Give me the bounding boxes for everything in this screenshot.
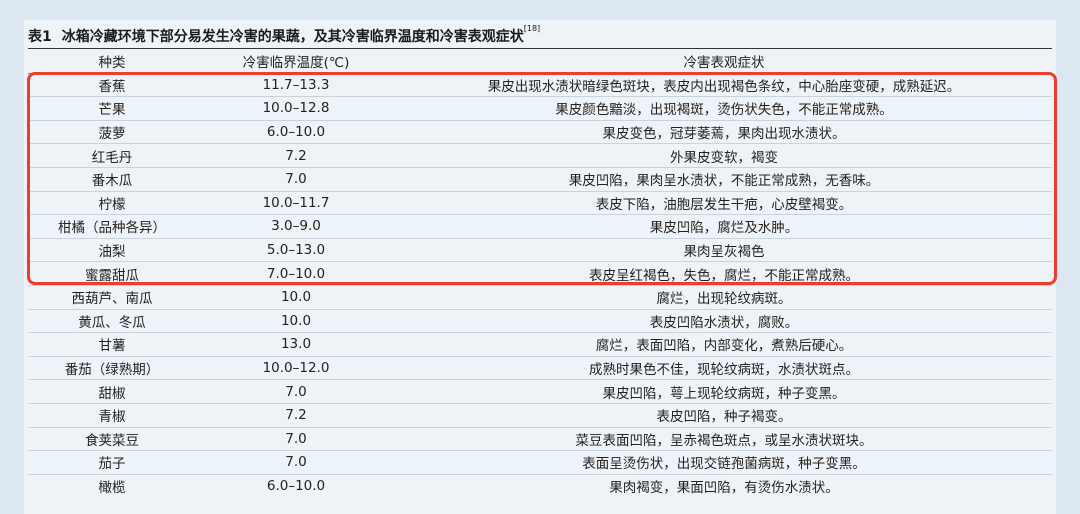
table-row: 青椒 7.2 表皮凹陷，种子褐变。 — [28, 402, 1052, 427]
critical-temp-cell: 10.0–12.8 — [196, 96, 396, 121]
table-row: 柑橘（品种各异） 3.0–9.0 果皮凹陷，腐烂及水肿。 — [28, 214, 1052, 239]
table-row: 番茄（绿熟期） 10.0–12.0 成熟时果色不佳，现轮纹病斑，水渍状斑点。 — [28, 355, 1052, 380]
critical-temp-cell: 13.0 — [196, 332, 396, 357]
species-cell: 甘薯 — [28, 332, 196, 357]
critical-temp-cell: 7.0 — [196, 426, 396, 451]
symptoms-cell: 果皮出现水渍状暗绿色斑块，表皮内出现褐色条纹，中心胎座变硬，成熟延迟。 — [487, 78, 961, 95]
table-number: 表1 — [28, 29, 52, 45]
header-row: 种类 冷害临界温度(℃) 冷害表观症状 — [28, 50, 1052, 74]
table-row: 番木瓜 7.0 果皮凹陷，果肉呈水渍状，不能正常成熟，无香味。 — [28, 166, 1052, 192]
table-row: 甜椒 7.0 果皮凹陷，萼上现轮纹病斑，种子变黑。 — [28, 379, 1052, 404]
critical-temp-cell: 10.0–11.7 — [196, 190, 396, 215]
critical-temp-cell: 7.0 — [196, 166, 396, 192]
species-cell: 食荚菜豆 — [28, 426, 196, 451]
table-row: 蜜露甜瓜 7.0–10.0 表皮呈红褐色，失色，腐烂，不能正常成熟。 — [28, 261, 1052, 286]
table-title: 冰箱冷藏环境下部分易发生冷害的果蔬，及其冷害临界温度和冷害表观症状 — [61, 29, 524, 45]
table-row: 油梨 5.0–13.0 果肉呈灰褐色 — [28, 237, 1052, 262]
table-row: 黄瓜、冬瓜 10.0 表皮凹陷水渍状，腐败。 — [28, 308, 1052, 333]
critical-temp-cell: 11.7–13.3 — [262, 76, 330, 93]
table-row: 橄榄 6.0–10.0 果肉褐变，果面凹陷，有烫伤水渍状。 — [28, 473, 1052, 498]
species-cell: 油梨 — [28, 237, 196, 262]
species-cell: 柑橘（品种各异） — [28, 214, 196, 239]
critical-temp-cell: 10.0 — [196, 308, 396, 333]
species-cell: 青椒 — [28, 402, 196, 427]
table-row: 食荚菜豆 7.0 菜豆表面凹陷，呈赤褐色斑点，或呈水渍状斑块。 — [28, 426, 1052, 451]
table-row: 芒果 10.0–12.8 果皮颜色黯淡，出现褐斑，烫伤状失色，不能正常成熟。 — [28, 96, 1052, 121]
species-cell: 香蕉 — [98, 78, 126, 95]
header-species: 种类 — [28, 50, 196, 74]
species-cell: 茄子 — [28, 450, 196, 475]
critical-temp-cell: 7.0 — [196, 379, 396, 404]
species-cell: 芒果 — [28, 96, 196, 121]
species-cell: 菠萝 — [28, 119, 196, 144]
species-cell: 番木瓜 — [28, 166, 196, 192]
critical-temp-cell: 7.0–10.0 — [196, 261, 396, 286]
symptoms-cell: 表皮呈红褐色，失色，腐烂，不能正常成熟。 — [396, 261, 1052, 286]
critical-temp-cell: 3.0–9.0 — [196, 214, 396, 239]
species-cell: 红毛丹 — [28, 143, 196, 168]
table-row: 香蕉 11.7–13.3 果皮出现水渍状暗绿色斑块，表皮内出现褐色条纹，中心胎座变硬… — [28, 73, 1052, 97]
symptoms-cell: 果皮凹陷，萼上现轮纹病斑，种子变黑。 — [396, 379, 1052, 404]
species-cell: 黄瓜、冬瓜 — [28, 308, 196, 333]
symptoms-cell: 成熟时果色不佳，现轮纹病斑，水渍状斑点。 — [396, 355, 1052, 380]
symptoms-cell: 果皮颜色黯淡，出现褐斑，烫伤状失色，不能正常成熟。 — [396, 96, 1052, 121]
symptoms-cell: 菜豆表面凹陷，呈赤褐色斑点，或呈水渍状斑块。 — [396, 426, 1052, 451]
species-cell: 橄榄 — [28, 473, 196, 498]
symptoms-cell: 果皮变色，冠芽萎蔫，果肉出现水渍状。 — [396, 119, 1052, 144]
reference-mark: [18] — [523, 24, 541, 33]
critical-temp-cell: 6.0–10.0 — [196, 119, 396, 144]
critical-temp-cell: 7.2 — [196, 402, 396, 427]
critical-temp-cell: 10.0–12.0 — [196, 355, 396, 380]
top-rule — [28, 48, 1052, 49]
header-critical-temp: 冷害临界温度(℃) — [196, 50, 396, 74]
symptoms-cell: 果肉呈灰褐色 — [396, 237, 1052, 262]
symptoms-cell: 表皮凹陷水渍状，腐败。 — [396, 308, 1052, 333]
species-cell: 西葫芦、南瓜 — [28, 284, 196, 310]
table-row: 红毛丹 7.2 外果皮变软，褐变 — [28, 143, 1052, 168]
critical-temp-cell: 5.0–13.0 — [196, 237, 396, 262]
symptoms-cell: 外果皮变软，褐变 — [396, 143, 1052, 168]
symptoms-cell: 腐烂，出现轮纹病斑。 — [396, 284, 1052, 310]
table-row: 甘薯 13.0 腐烂，表面凹陷，内部变化，煮熟后硬心。 — [28, 332, 1052, 357]
table-caption: 表1 冰箱冷藏环境下部分易发生冷害的果蔬，及其冷害临界温度和冷害表观症状[18] — [28, 24, 541, 46]
symptoms-cell: 果皮凹陷，腐烂及水肿。 — [396, 214, 1052, 239]
table-row: 茄子 7.0 表面呈烫伤状，出现交链孢菌病斑，种子变黑。 — [28, 450, 1052, 475]
symptoms-cell: 表面呈烫伤状，出现交链孢菌病斑，种子变黑。 — [396, 450, 1052, 475]
symptoms-cell: 腐烂，表面凹陷，内部变化，煮熟后硬心。 — [396, 332, 1052, 357]
species-cell: 柠檬 — [28, 190, 196, 215]
table-row: 西葫芦、南瓜 10.0 腐烂，出现轮纹病斑。 — [28, 284, 1052, 310]
species-cell: 番茄（绿熟期） — [28, 355, 196, 380]
table-row: 柠檬 10.0–11.7 表皮下陷，油胞层发生干疤，心皮壁褐变。 — [28, 190, 1052, 215]
header-symptoms: 冷害表观症状 — [396, 50, 1052, 74]
symptoms-cell: 表皮凹陷，种子褐变。 — [396, 402, 1052, 427]
critical-temp-cell: 6.0–10.0 — [196, 473, 396, 498]
table-row: 菠萝 6.0–10.0 果皮变色，冠芽萎蔫，果肉出现水渍状。 — [28, 119, 1052, 144]
symptoms-cell: 表皮下陷，油胞层发生干疤，心皮壁褐变。 — [396, 190, 1052, 215]
chilling-injury-table: 种类 冷害临界温度(℃) 冷害表观症状 香蕉 11.7–13.3 果皮出现水渍状暗绿… — [28, 50, 1052, 498]
species-cell: 甜椒 — [28, 379, 196, 404]
critical-temp-cell: 10.0 — [196, 284, 396, 310]
species-cell: 蜜露甜瓜 — [28, 261, 196, 286]
symptoms-cell: 果皮凹陷，果肉呈水渍状，不能正常成熟，无香味。 — [396, 166, 1052, 192]
critical-temp-cell: 7.0 — [196, 450, 396, 475]
symptoms-cell: 果肉褐变，果面凹陷，有烫伤水渍状。 — [396, 473, 1052, 498]
critical-temp-cell: 7.2 — [196, 143, 396, 168]
